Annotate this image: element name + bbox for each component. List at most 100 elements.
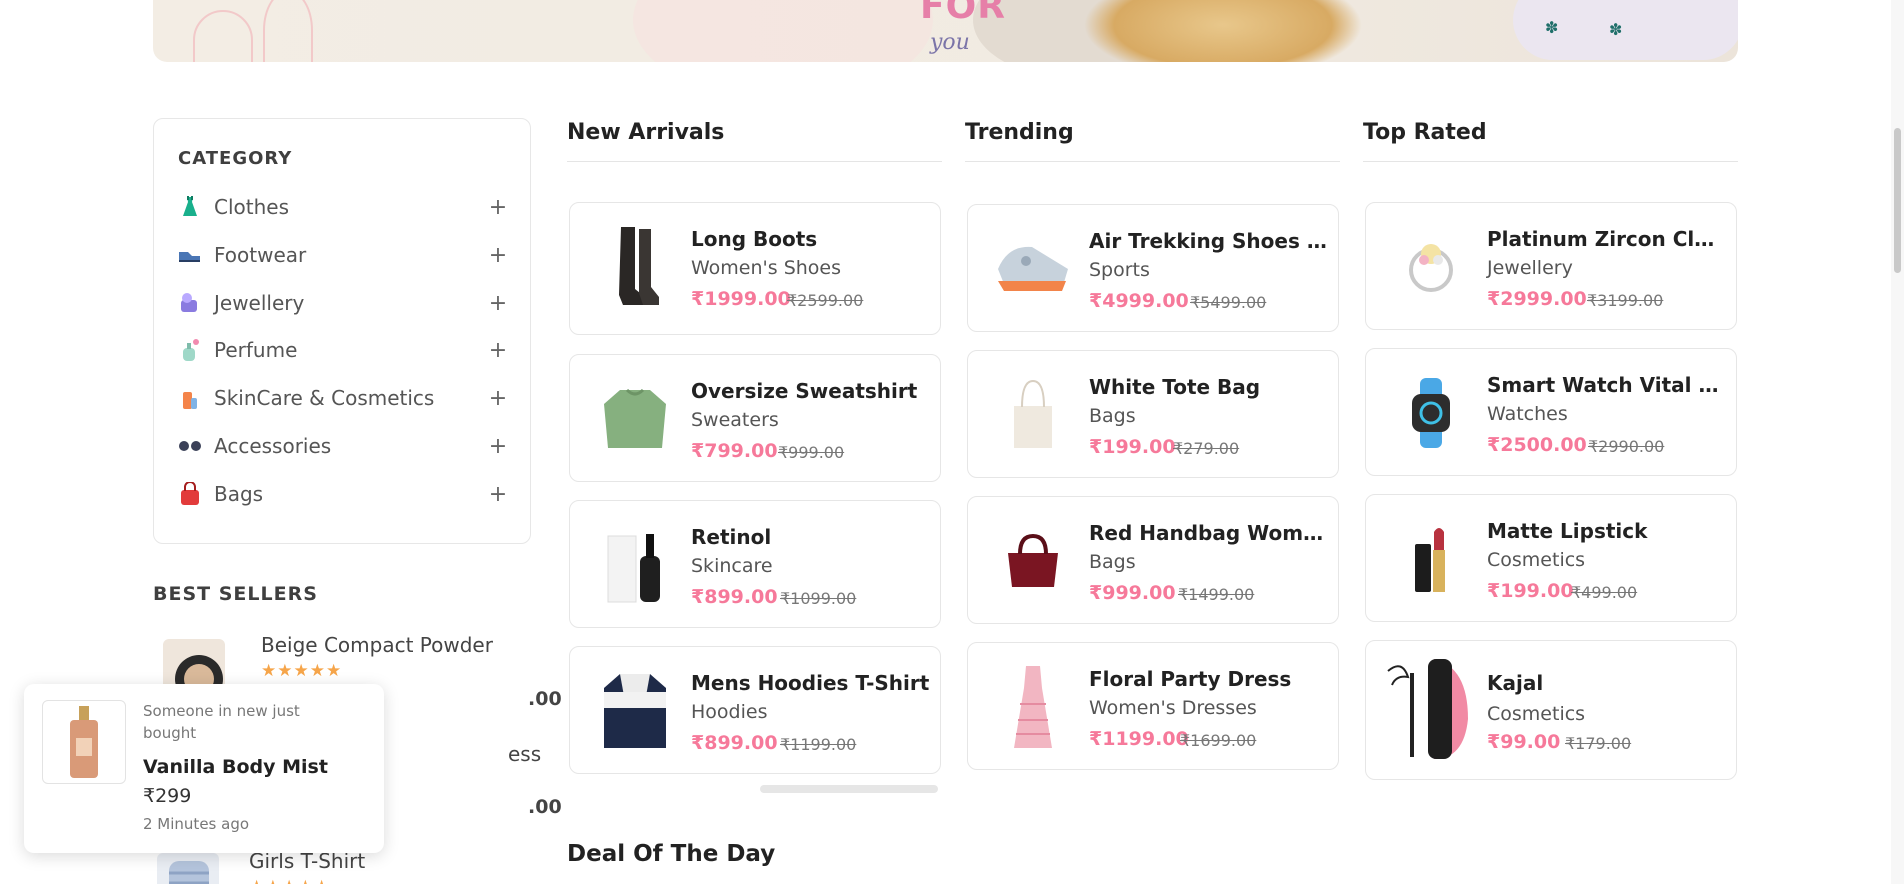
product-price: ₹199.00 bbox=[1487, 580, 1574, 602]
expand-icon[interactable]: + bbox=[488, 338, 508, 363]
product-image bbox=[1392, 515, 1470, 603]
category-label: Jewellery bbox=[214, 291, 305, 315]
product-category: Sports bbox=[1089, 259, 1150, 281]
product-card[interactable]: Oversize Sweatshirt Sweaters ₹799.00 ₹99… bbox=[569, 354, 941, 482]
expand-icon[interactable]: + bbox=[488, 291, 508, 316]
promo-banner[interactable]: ✽ ✽ FOR you bbox=[153, 0, 1738, 62]
product-price: .00 bbox=[528, 688, 562, 710]
category-item-accessories[interactable]: Accessories + bbox=[178, 431, 508, 461]
product-price: ₹199.00 bbox=[1089, 436, 1176, 458]
divider bbox=[965, 161, 1340, 162]
product-category: Cosmetics bbox=[1487, 549, 1586, 571]
purchase-notification[interactable]: Someone in new just bought Vanilla Body … bbox=[24, 684, 384, 853]
product-name: Beige Compact Powder bbox=[261, 633, 493, 657]
product-category: Cosmetics bbox=[1487, 703, 1586, 725]
product-category: Bags bbox=[1089, 405, 1136, 427]
product-card[interactable]: Kajal Cosmetics ₹99.00 ₹179.00 bbox=[1365, 640, 1737, 780]
product-card[interactable]: Air Trekking Shoes Women Sports ₹4999.00… bbox=[967, 204, 1339, 332]
product-image bbox=[1392, 223, 1470, 311]
trending-title: Trending bbox=[965, 120, 1074, 145]
product-category: Women's Shoes bbox=[691, 257, 842, 279]
product-old-price: ₹279.00 bbox=[1173, 439, 1240, 458]
product-card[interactable]: Red Handbag Women Bags ₹999.00 ₹1499.00 bbox=[967, 496, 1339, 624]
top-rated-title: Top Rated bbox=[1363, 120, 1487, 145]
product-old-price: ₹2990.00 bbox=[1588, 437, 1665, 456]
product-price: ₹2999.00 bbox=[1487, 288, 1587, 310]
product-title[interactable]: Air Trekking Shoes Women bbox=[1089, 229, 1329, 253]
product-image bbox=[42, 700, 126, 784]
product-title[interactable]: Mens Hoodies T-Shirt bbox=[691, 671, 931, 695]
category-label: Perfume bbox=[214, 338, 298, 362]
product-card[interactable]: Retinol Skincare ₹899.00 ₹1099.00 bbox=[569, 500, 941, 628]
product-image bbox=[994, 517, 1072, 605]
perfume-icon bbox=[178, 338, 202, 362]
category-item-footwear[interactable]: Footwear + bbox=[178, 240, 508, 270]
shoe-icon bbox=[178, 243, 202, 267]
page-scrollbar[interactable] bbox=[1891, 0, 1904, 884]
product-title[interactable]: White Tote Bag bbox=[1089, 375, 1329, 399]
notification-message: Someone in new just bought bbox=[143, 702, 300, 742]
product-category: Women's Dresses bbox=[1089, 697, 1257, 719]
product-old-price: ₹5499.00 bbox=[1190, 293, 1267, 312]
product-old-price: ₹179.00 bbox=[1565, 734, 1632, 753]
product-title[interactable]: Platinum Zircon Classic Ring bbox=[1487, 227, 1727, 251]
product-category: Hoodies bbox=[691, 701, 768, 723]
product-image bbox=[596, 223, 674, 311]
product-price: ₹4999.00 bbox=[1089, 290, 1189, 312]
notification-product-name[interactable]: Vanilla Body Mist bbox=[143, 756, 328, 778]
product-title[interactable]: Long Boots bbox=[691, 227, 931, 251]
expand-icon[interactable]: + bbox=[488, 434, 508, 459]
carousel-scrollbar[interactable] bbox=[760, 785, 938, 793]
best-seller-item[interactable]: Girls T-Shirt ★★★★★ bbox=[153, 849, 533, 884]
expand-icon[interactable]: + bbox=[488, 482, 508, 507]
product-image bbox=[994, 663, 1072, 751]
category-label: Footwear bbox=[214, 243, 307, 267]
product-card[interactable]: Long Boots Women's Shoes ₹1999.00 ₹2599.… bbox=[569, 202, 941, 335]
category-item-skincare[interactable]: SkinCare & Cosmetics + bbox=[178, 383, 508, 413]
product-title[interactable]: Smart Watch Vital Plus bbox=[1487, 373, 1727, 397]
product-card[interactable]: White Tote Bag Bags ₹199.00 ₹279.00 bbox=[967, 350, 1339, 478]
product-card[interactable]: Platinum Zircon Classic Ring Jewellery ₹… bbox=[1365, 202, 1737, 330]
expand-icon[interactable]: + bbox=[488, 195, 508, 220]
category-item-jewellery[interactable]: Jewellery + bbox=[178, 288, 508, 318]
category-item-bags[interactable]: Bags + bbox=[178, 479, 508, 509]
expand-icon[interactable]: + bbox=[488, 386, 508, 411]
product-price: ₹899.00 bbox=[691, 586, 778, 608]
product-title[interactable]: Retinol bbox=[691, 525, 931, 549]
category-label: SkinCare & Cosmetics bbox=[214, 386, 435, 410]
notification-time: 2 Minutes ago bbox=[143, 815, 250, 833]
product-category: Skincare bbox=[691, 555, 773, 577]
product-price: ₹999.00 bbox=[1089, 582, 1176, 604]
product-title[interactable]: Floral Party Dress bbox=[1089, 667, 1329, 691]
product-title[interactable]: Red Handbag Women bbox=[1089, 521, 1329, 545]
product-category: Watches bbox=[1487, 403, 1568, 425]
product-card[interactable]: Mens Hoodies T-Shirt Hoodies ₹899.00 ₹11… bbox=[569, 646, 941, 774]
product-price: ₹99.00 bbox=[1487, 731, 1561, 753]
product-image bbox=[596, 667, 674, 755]
new-arrivals-title: New Arrivals bbox=[567, 120, 725, 145]
product-title[interactable]: Oversize Sweatshirt bbox=[691, 379, 931, 403]
product-card[interactable]: Matte Lipstick Cosmetics ₹199.00 ₹499.00 bbox=[1365, 494, 1737, 622]
product-category: Bags bbox=[1089, 551, 1136, 573]
product-card[interactable]: Smart Watch Vital Plus Watches ₹2500.00 … bbox=[1365, 348, 1737, 476]
product-card[interactable]: Floral Party Dress Women's Dresses ₹1199… bbox=[967, 642, 1339, 770]
product-title[interactable]: Matte Lipstick bbox=[1487, 519, 1727, 543]
product-image bbox=[596, 521, 674, 609]
banner-decoration bbox=[263, 0, 313, 62]
product-title[interactable]: Kajal bbox=[1487, 671, 1727, 695]
product-old-price: ₹1499.00 bbox=[1178, 585, 1255, 604]
scrollbar-thumb[interactable] bbox=[1894, 128, 1901, 273]
rating-stars: ★★★★★ bbox=[249, 877, 330, 884]
category-item-clothes[interactable]: Clothes + bbox=[178, 192, 508, 222]
product-old-price: ₹3199.00 bbox=[1587, 291, 1664, 310]
product-category: Sweaters bbox=[691, 409, 779, 431]
expand-icon[interactable]: + bbox=[488, 243, 508, 268]
product-image bbox=[1392, 369, 1470, 457]
category-label: Bags bbox=[214, 482, 264, 506]
category-sidebar: CATEGORY Clothes + Footwear + Jewellery … bbox=[153, 118, 531, 544]
glasses-icon bbox=[178, 434, 202, 458]
product-price: ₹1999.00 bbox=[691, 288, 791, 310]
category-item-perfume[interactable]: Perfume + bbox=[178, 335, 508, 365]
banner-shape bbox=[633, 0, 933, 62]
product-image bbox=[596, 375, 674, 463]
